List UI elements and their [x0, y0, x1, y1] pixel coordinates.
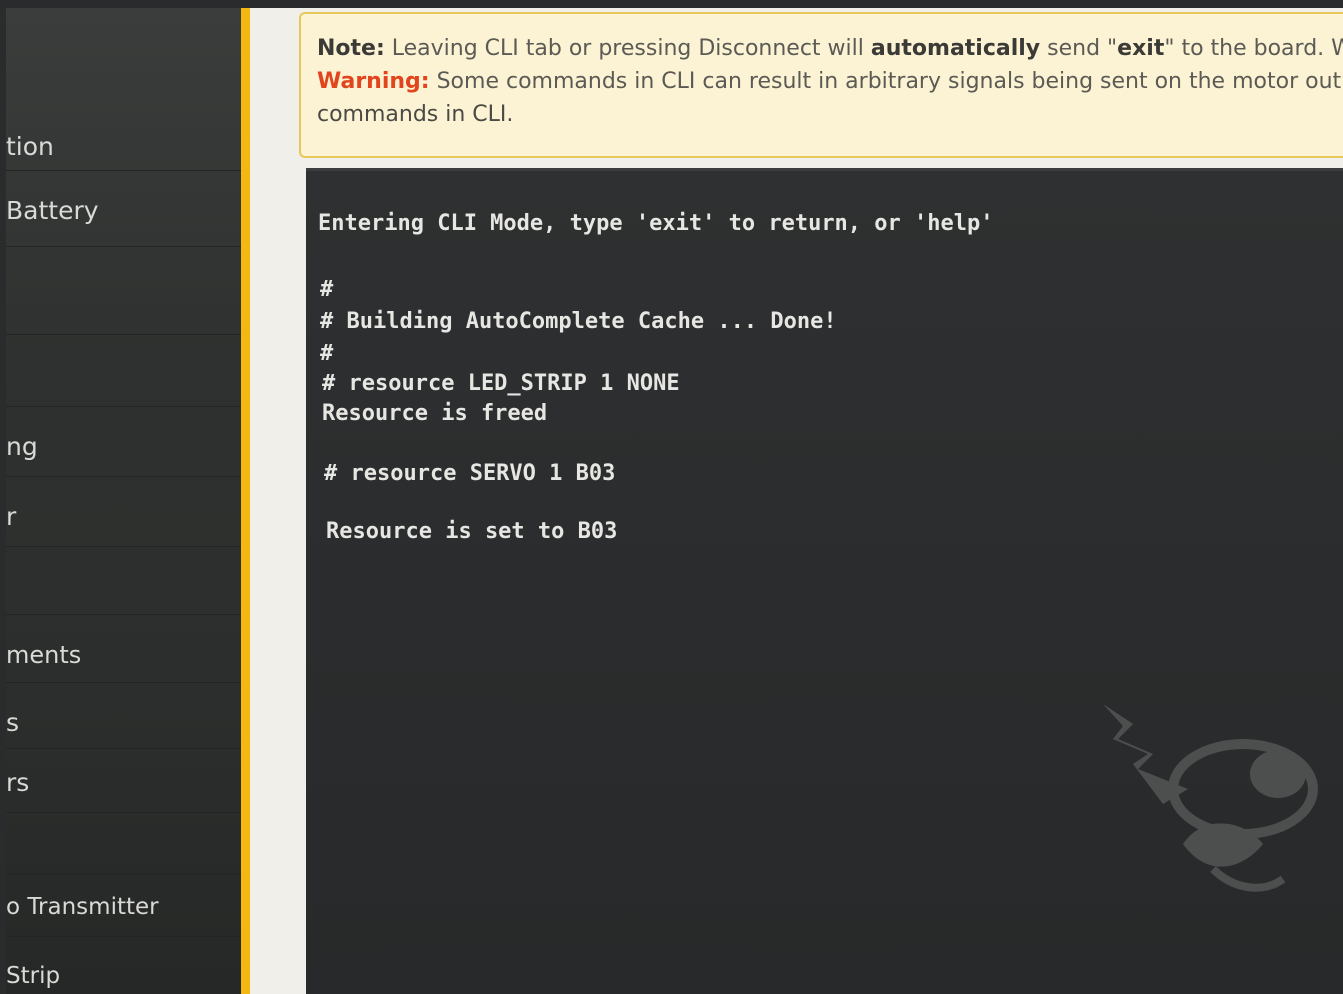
sidebar-item-label: ng [6, 432, 38, 461]
sidebar-item-3[interactable] [6, 335, 247, 407]
sidebar-item-0[interactable]: tion [6, 8, 247, 171]
cli-notice-box: Note: Leaving CLI tab or pressing Discon… [299, 12, 1343, 158]
sidebar-item-6[interactable] [6, 547, 247, 615]
note-line: Note: Leaving CLI tab or pressing Discon… [317, 32, 1343, 65]
note-exit: exit [1117, 36, 1165, 61]
sidebar-item-2[interactable] [6, 259, 247, 335]
warning-line-2: commands in CLI. [317, 102, 514, 127]
cli-output-window[interactable]: Entering CLI Mode, type 'exit' to return… [306, 168, 1343, 994]
sidebar-item-label: r [6, 502, 17, 531]
cli-output: Entering CLI Mode, type 'exit' to return… [318, 211, 994, 544]
cli-line: # resource LED_STRIP 1 NONE [322, 371, 680, 396]
sidebar-item-label: tion [6, 132, 54, 161]
sidebar-item-8[interactable]: s [6, 683, 247, 749]
cli-line: # [320, 277, 334, 302]
sidebar-accent-bar [241, 8, 250, 994]
sidebar-item-5[interactable]: r [6, 477, 247, 547]
sidebar-item-1[interactable]: Battery [6, 171, 247, 247]
warning-line: Warning: Some commands in CLI can result… [317, 65, 1343, 98]
sidebar-item-label: Battery [6, 196, 99, 225]
cli-tab-content: Note: Leaving CLI tab or pressing Discon… [250, 8, 1343, 994]
note-text: Leaving CLI tab or pressing Disconnect w… [384, 36, 871, 61]
sidebar-item-7[interactable]: ments [6, 615, 247, 683]
sidebar-item-4[interactable]: ng [6, 407, 247, 477]
sidebar-item-label: rs [6, 768, 30, 797]
note-label: Note: [317, 36, 385, 61]
cli-line: # Building AutoComplete Cache ... Done! [320, 309, 837, 334]
sidebar-item-11[interactable]: o Transmitter [6, 875, 247, 937]
cli-line: Resource is set to B03 [326, 519, 618, 544]
sidebar-item-9[interactable]: rs [6, 749, 247, 813]
cli-line: # [320, 341, 334, 366]
sidebar-item-label: ments [6, 641, 82, 669]
sidebar-item-label: o Transmitter [6, 894, 159, 920]
sidebar-item-10[interactable] [6, 813, 247, 875]
note-text: send " [1040, 36, 1118, 61]
screen: tion Battery ng r ments s rs o Transmitt… [0, 0, 1343, 994]
warning-label: Warning: [317, 69, 430, 94]
sidebar-item-12[interactable]: Strip [6, 937, 247, 994]
note-text: " to the board. Wi [1164, 36, 1343, 61]
cli-line: # resource SERVO 1 B03 [324, 461, 616, 486]
sidebar-item-label: s [6, 708, 20, 737]
sidebar-item-label: Strip [6, 963, 61, 989]
cli-line: Entering CLI Mode, type 'exit' to return… [318, 211, 994, 236]
note-bold: automatically [870, 36, 1041, 61]
hornet-logo-icon [1103, 704, 1318, 892]
warning-text: Some commands in CLI can result in arbit… [429, 69, 1343, 94]
cli-line: Resource is freed [322, 401, 548, 426]
